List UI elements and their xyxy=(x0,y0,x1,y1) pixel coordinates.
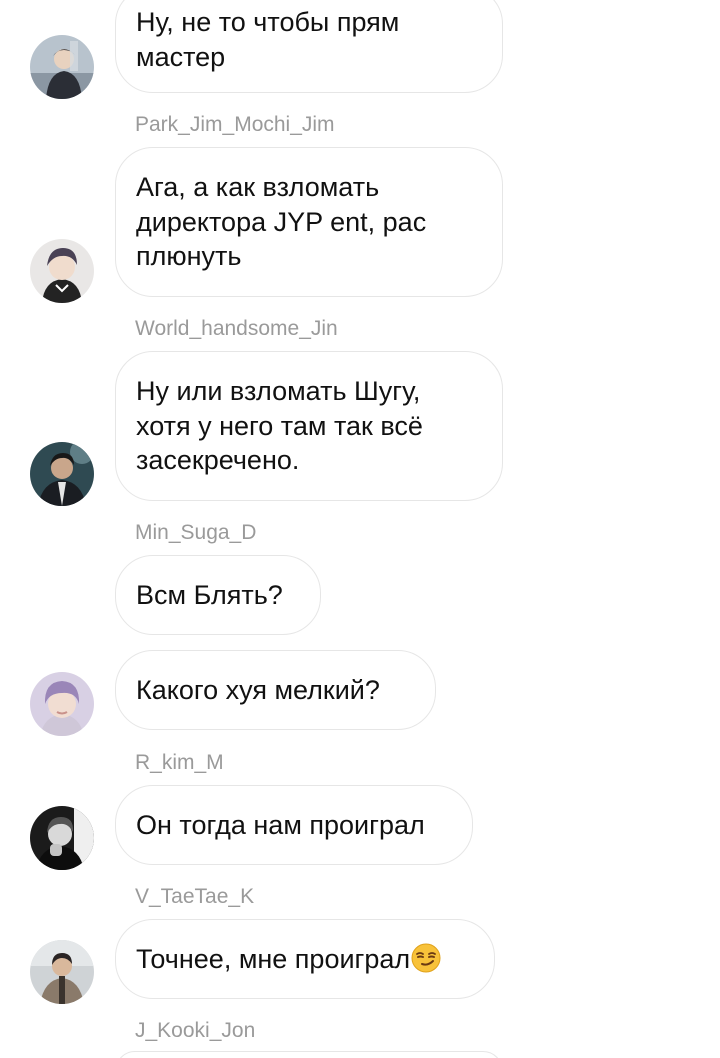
message-bubble[interactable]: Ага, а как взломать директора JYP ent, р… xyxy=(115,147,503,297)
user-avatar-photo-icon xyxy=(30,672,94,736)
avatar[interactable] xyxy=(30,239,94,303)
user-avatar-photo-icon xyxy=(30,806,94,870)
message-text: Ну или взломать Шугу, xyxy=(136,376,421,407)
message-bubble[interactable]: Он тогда нам проиграл xyxy=(115,785,473,865)
smirking-face-emoji-icon xyxy=(411,943,441,973)
message-text: Всм Блять? xyxy=(136,579,283,610)
sender-name: J_Kooki_Jon xyxy=(135,1019,256,1042)
chat-thread: Ну, не то чтобы прям мастер Park_Jim_Moc… xyxy=(0,0,720,1058)
user-avatar-photo-icon xyxy=(30,442,94,506)
message-text-content: Точнее, мне проиграл xyxy=(136,943,411,974)
message-bubble[interactable]: Какого хуя мелкий? xyxy=(115,650,436,730)
message-text: плюнуть xyxy=(136,241,242,272)
avatar[interactable] xyxy=(30,35,94,99)
sender-name: Min_Suga_D xyxy=(135,521,257,544)
message-text: Какого хуя мелкий? xyxy=(136,674,380,705)
avatar[interactable] xyxy=(30,442,94,506)
message-bubble[interactable]: Ну, не то чтобы прям мастер xyxy=(115,0,503,93)
sender-name: V_TaeTae_K xyxy=(135,885,255,908)
message-text: засекречено. xyxy=(136,445,300,476)
user-avatar-photo-icon xyxy=(30,940,94,1004)
message-text: директора JYP ent, рас xyxy=(136,206,427,237)
message-text: Точнее, мне проиграл xyxy=(136,942,474,977)
sender-name: World_handsome_Jin xyxy=(135,317,338,340)
user-avatar-photo-icon xyxy=(30,35,94,99)
message-text: Ну, не то чтобы прям xyxy=(136,7,400,37)
message-bubble[interactable]: Точнее, мне проиграл xyxy=(115,919,495,999)
message-bubble[interactable]: Всм Блять? xyxy=(115,555,321,635)
sender-name: R_kim_M xyxy=(135,751,224,774)
avatar[interactable] xyxy=(30,806,94,870)
message-bubble[interactable] xyxy=(115,1051,503,1058)
message-bubble[interactable]: Ну или взломать Шугу, хотя у него там та… xyxy=(115,351,503,501)
sender-name: Park_Jim_Mochi_Jim xyxy=(135,113,335,136)
message-text: мастер xyxy=(136,41,226,72)
message-text: Ага, а как взломать xyxy=(136,172,380,203)
message-text: хотя у него там так всё xyxy=(136,410,423,441)
avatar[interactable] xyxy=(30,940,94,1004)
avatar[interactable] xyxy=(30,672,94,736)
user-avatar-photo-icon xyxy=(30,239,94,303)
message-text: Он тогда нам проиграл xyxy=(136,809,425,840)
